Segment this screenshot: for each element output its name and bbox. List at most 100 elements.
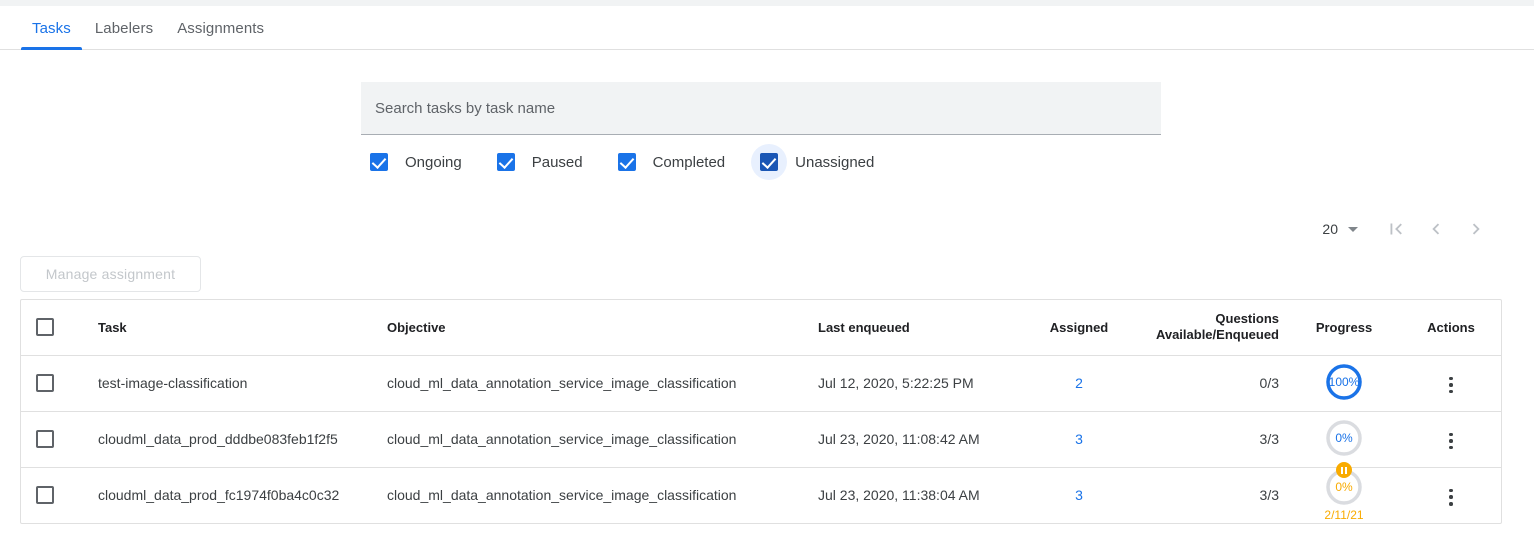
cell-objective: cloud_ml_data_annotation_service_image_c… xyxy=(374,467,799,523)
previous-page-button[interactable] xyxy=(1416,211,1456,247)
cell-actions xyxy=(1399,355,1502,411)
due-date: 2/11/21 xyxy=(1324,508,1363,522)
cell-actions xyxy=(1399,411,1502,467)
tab-assignments[interactable]: Assignments xyxy=(165,6,276,50)
filter-ongoing-checkbox[interactable] xyxy=(361,144,397,180)
progress-indicator: 100% xyxy=(1325,363,1363,401)
progress-donut: 100% xyxy=(1325,363,1363,401)
progress-donut: 0% xyxy=(1325,468,1363,506)
row-checkbox[interactable] xyxy=(36,430,54,448)
column-header-objective: Objective xyxy=(374,300,799,355)
questions-value: 3/3 xyxy=(1260,431,1279,447)
table-row[interactable]: cloudml_data_prod_dddbe083feb1f2f5cloud_… xyxy=(21,411,1502,467)
filter-paused[interactable]: Paused xyxy=(488,144,583,180)
tab-label: Labelers xyxy=(95,20,153,37)
filter-label: Completed xyxy=(653,154,726,171)
objective-name: cloud_ml_data_annotation_service_image_c… xyxy=(374,487,799,503)
tab-labelers[interactable]: Labelers xyxy=(83,6,165,50)
cell-progress: 0% 2/11/21 xyxy=(1289,467,1399,523)
progress-donut: 0% xyxy=(1325,419,1363,457)
manage-assignment-button[interactable]: Manage assignment xyxy=(20,256,201,292)
column-header-actions-label: Actions xyxy=(1399,320,1502,335)
cell-last-enqueued: Jul 23, 2020, 11:38:04 AM xyxy=(799,467,1024,523)
pause-icon xyxy=(1336,462,1352,478)
cell-assigned: 3 xyxy=(1024,411,1134,467)
filter-label: Unassigned xyxy=(795,154,874,171)
table-row[interactable]: test-image-classificationcloud_ml_data_a… xyxy=(21,355,1502,411)
column-header-assigned-label: Assigned xyxy=(1024,320,1134,335)
cell-task: test-image-classification xyxy=(69,355,374,411)
assigned-count-link[interactable]: 3 xyxy=(1075,431,1083,447)
select-all-checkbox[interactable] xyxy=(36,318,54,336)
row-select-cell xyxy=(21,467,69,523)
tasks-table-header: Task Objective Last enqueued Assigned Qu… xyxy=(21,300,1502,355)
tab-tasks[interactable]: Tasks xyxy=(20,6,83,50)
tasks-table-card: Task Objective Last enqueued Assigned Qu… xyxy=(20,299,1502,524)
table-row[interactable]: cloudml_data_prod_fc1974f0ba4c0c32cloud_… xyxy=(21,467,1502,523)
chevron-down-icon xyxy=(1348,227,1358,232)
column-header-assigned: Assigned xyxy=(1024,300,1134,355)
tab-bar: Tasks Labelers Assignments xyxy=(0,6,1534,50)
filter-unassigned[interactable]: Unassigned xyxy=(751,144,874,180)
filter-paused-checkbox[interactable] xyxy=(488,144,524,180)
row-actions-menu-icon[interactable] xyxy=(1437,483,1465,511)
page-size-value: 20 xyxy=(1322,221,1338,237)
cell-objective: cloud_ml_data_annotation_service_image_c… xyxy=(374,411,799,467)
first-page-button[interactable] xyxy=(1376,211,1416,247)
checkbox-icon xyxy=(370,153,388,171)
filter-completed-checkbox[interactable] xyxy=(609,144,645,180)
cell-questions: 3/3 xyxy=(1134,411,1289,467)
checkbox-icon xyxy=(497,153,515,171)
objective-name: cloud_ml_data_annotation_service_image_c… xyxy=(374,375,799,391)
column-header-actions: Actions xyxy=(1399,300,1502,355)
cell-questions: 3/3 xyxy=(1134,467,1289,523)
column-header-last-enqueued-label: Last enqueued xyxy=(799,320,1024,335)
cell-last-enqueued: Jul 12, 2020, 5:22:25 PM xyxy=(799,355,1024,411)
checkbox-icon xyxy=(618,153,636,171)
filter-unassigned-checkbox[interactable] xyxy=(751,144,787,180)
search-container xyxy=(361,82,1161,135)
column-header-questions: Questions Available/Enqueued xyxy=(1134,300,1289,355)
select-all-header xyxy=(21,300,69,355)
tasks-table: Task Objective Last enqueued Assigned Qu… xyxy=(21,300,1502,523)
cell-questions: 0/3 xyxy=(1134,355,1289,411)
row-checkbox[interactable] xyxy=(36,374,54,392)
filter-label: Ongoing xyxy=(405,154,462,171)
column-header-task-label: Task xyxy=(69,320,374,335)
page-size-selector[interactable]: 20 xyxy=(1322,221,1358,237)
first-page-icon xyxy=(1385,218,1407,240)
task-name: test-image-classification xyxy=(69,375,374,391)
next-page-button[interactable] xyxy=(1456,211,1496,247)
task-name: cloudml_data_prod_dddbe083feb1f2f5 xyxy=(69,431,374,447)
progress-indicator: 0% 2/11/21 xyxy=(1324,468,1363,522)
tasks-table-body: test-image-classificationcloud_ml_data_a… xyxy=(21,355,1502,523)
row-select-cell xyxy=(21,411,69,467)
filter-label: Paused xyxy=(532,154,583,171)
filter-ongoing[interactable]: Ongoing xyxy=(361,144,462,180)
cell-actions xyxy=(1399,467,1502,523)
column-header-last-enqueued: Last enqueued xyxy=(799,300,1024,355)
column-header-progress: Progress xyxy=(1289,300,1399,355)
objective-name: cloud_ml_data_annotation_service_image_c… xyxy=(374,431,799,447)
progress-value: 0% xyxy=(1325,419,1363,457)
row-checkbox[interactable] xyxy=(36,486,54,504)
filter-completed[interactable]: Completed xyxy=(609,144,726,180)
cell-last-enqueued: Jul 23, 2020, 11:08:42 AM xyxy=(799,411,1024,467)
assigned-count-link[interactable]: 3 xyxy=(1075,487,1083,503)
assigned-count-link[interactable]: 2 xyxy=(1075,375,1083,391)
search-input[interactable] xyxy=(361,82,1161,135)
paginator: 20 xyxy=(1322,211,1496,247)
cell-task: cloudml_data_prod_fc1974f0ba4c0c32 xyxy=(69,467,374,523)
row-actions-menu-icon[interactable] xyxy=(1437,371,1465,399)
column-header-questions-line2: Available/Enqueued xyxy=(1134,327,1279,343)
tab-label: Assignments xyxy=(177,20,264,37)
row-actions-menu-icon[interactable] xyxy=(1437,427,1465,455)
last-enqueued-value: Jul 12, 2020, 5:22:25 PM xyxy=(799,375,1024,391)
cell-objective: cloud_ml_data_annotation_service_image_c… xyxy=(374,355,799,411)
row-select-cell xyxy=(21,355,69,411)
cell-assigned: 2 xyxy=(1024,355,1134,411)
cell-progress: 100% xyxy=(1289,355,1399,411)
tab-label: Tasks xyxy=(32,20,71,37)
cell-progress: 0% xyxy=(1289,411,1399,467)
task-name: cloudml_data_prod_fc1974f0ba4c0c32 xyxy=(69,487,374,503)
